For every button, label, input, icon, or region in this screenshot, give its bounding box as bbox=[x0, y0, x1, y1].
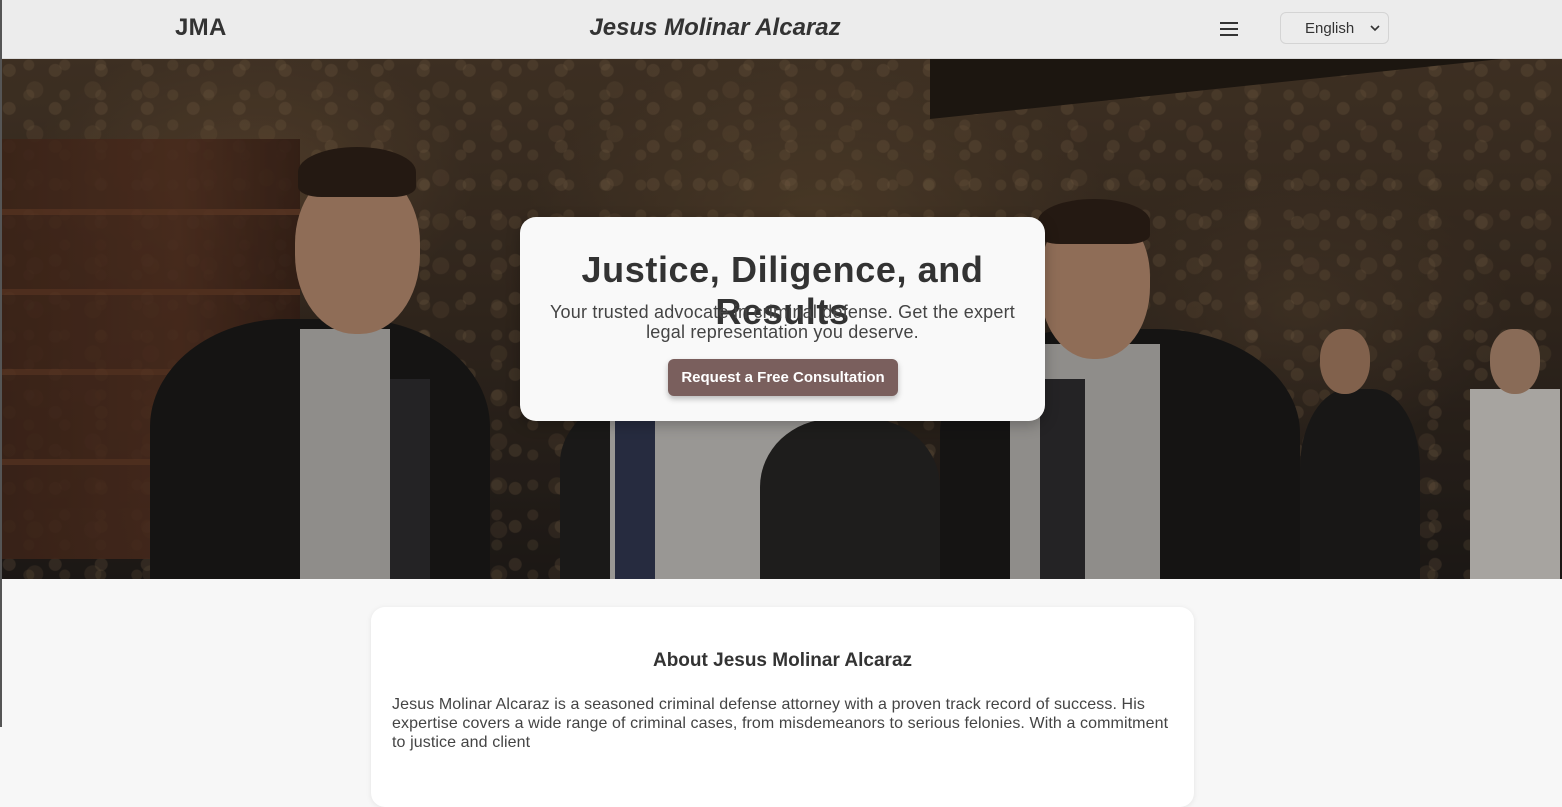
language-selected-value: English bbox=[1305, 20, 1355, 37]
chevron-down-icon bbox=[1370, 25, 1380, 32]
hamburger-menu-button[interactable] bbox=[1215, 14, 1243, 44]
language-select[interactable]: English bbox=[1280, 12, 1389, 44]
window-edge bbox=[0, 0, 2, 727]
about-title: About Jesus Molinar Alcaraz bbox=[652, 650, 913, 671]
request-consultation-button[interactable]: Request a Free Consultation bbox=[668, 359, 898, 396]
about-section: About Jesus Molinar Alcaraz Jesus Molina… bbox=[371, 607, 1194, 807]
hero-section: Justice, Diligence, and Results Your tru… bbox=[0, 59, 1562, 579]
hamburger-menu-icon bbox=[1220, 22, 1238, 36]
site-header: JMA Jesus Molinar Alcaraz English bbox=[0, 0, 1562, 59]
hero-card: Justice, Diligence, and Results Your tru… bbox=[520, 217, 1045, 421]
about-text: Jesus Molinar Alcaraz is a seasoned crim… bbox=[392, 696, 1169, 751]
hero-subheading: Your trusted advocate in criminal defens… bbox=[550, 302, 1015, 342]
